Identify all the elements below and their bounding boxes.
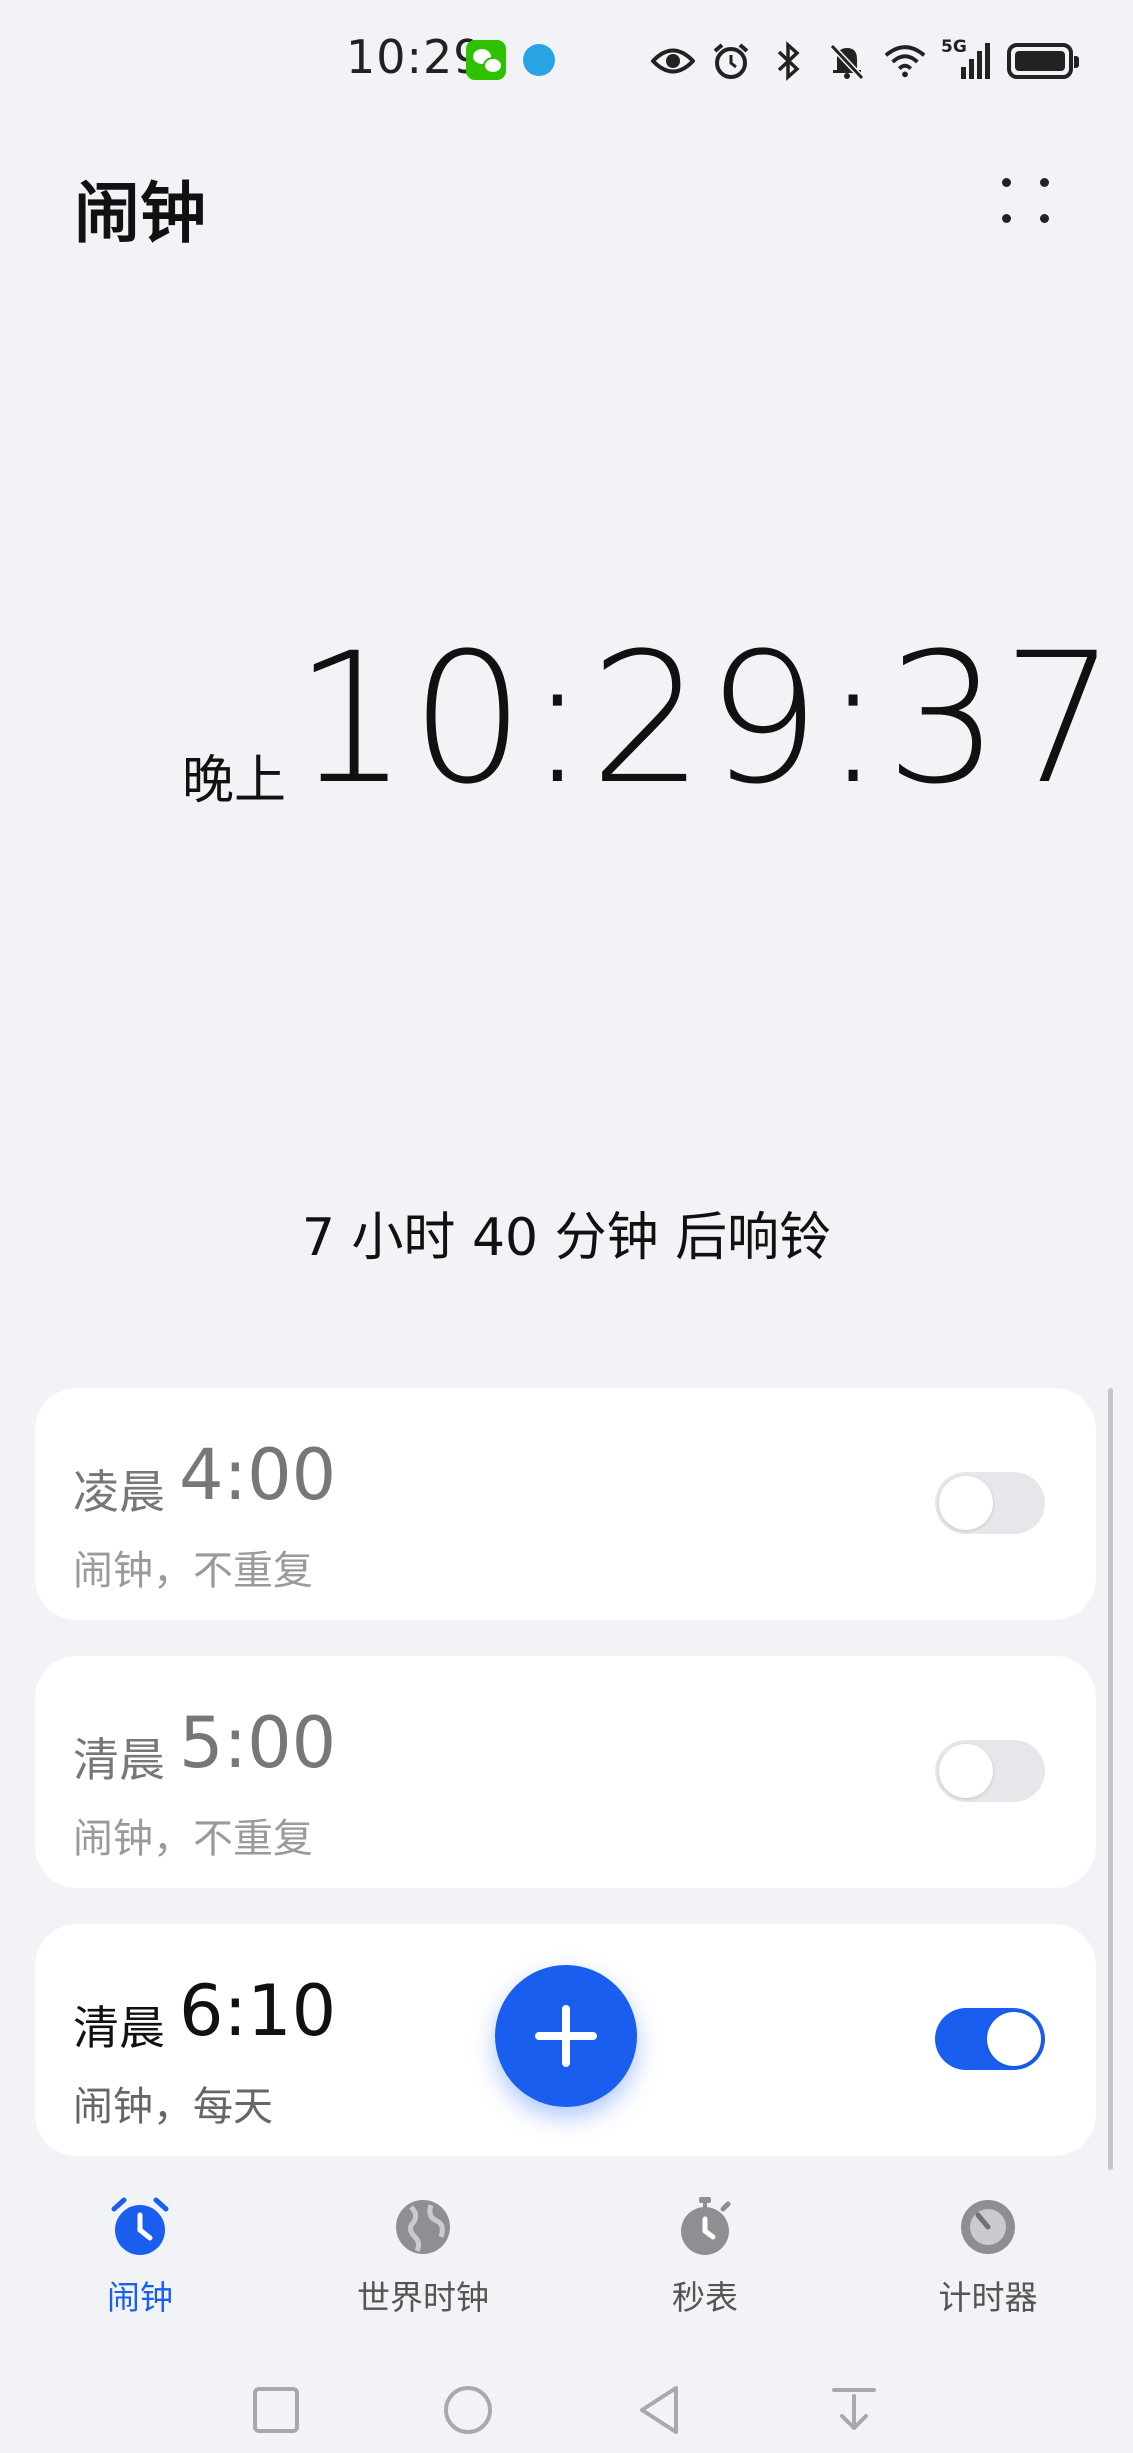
- toggle-knob: [987, 2012, 1041, 2066]
- current-time: 10:29:37: [294, 615, 1119, 824]
- alarm-description: 闹钟，不重复: [73, 1548, 313, 1594]
- battery-icon: [1007, 43, 1079, 79]
- more-options-button[interactable]: [990, 170, 1060, 230]
- alarm-icon: [709, 39, 753, 83]
- alarm-period: 清晨: [73, 2001, 165, 2055]
- alarm-card[interactable]: 清晨 5:00 闹钟，不重复: [35, 1656, 1096, 1888]
- bluetooth-icon: [767, 39, 811, 83]
- page-title: 闹钟: [74, 175, 206, 252]
- tab-timer[interactable]: 计时器: [888, 2195, 1088, 2319]
- alarm-period: 清晨: [73, 1733, 165, 1787]
- add-alarm-button[interactable]: [495, 1965, 637, 2107]
- back-button[interactable]: [632, 2382, 688, 2438]
- wifi-icon: [883, 39, 927, 83]
- tab-stopwatch[interactable]: 秒表: [605, 2195, 805, 2319]
- tab-world-clock[interactable]: 世界时钟: [323, 2195, 523, 2319]
- tab-label: 计时器: [938, 2278, 1038, 2317]
- stopwatch-icon: [673, 2195, 737, 2259]
- bottom-nav: 闹钟 世界时钟 秒表 计时器: [0, 2180, 1133, 2320]
- app-notification-icon: [523, 44, 555, 76]
- status-bar: 10:29 5G: [0, 0, 1133, 125]
- alarm-toggle[interactable]: [935, 2008, 1045, 2070]
- alarm-time: 5:00: [179, 1702, 337, 1784]
- mute-bell-icon: [825, 39, 869, 83]
- toggle-knob: [939, 1476, 993, 1530]
- scrollbar[interactable]: [1108, 1388, 1113, 2170]
- system-navigation-bar: [0, 2360, 1133, 2453]
- tab-label: 世界时钟: [357, 2278, 489, 2317]
- recent-apps-button[interactable]: [248, 2382, 304, 2438]
- tab-label: 秒表: [672, 2278, 738, 2317]
- timer-icon: [956, 2195, 1020, 2259]
- notification-shade-button[interactable]: [826, 2382, 882, 2438]
- cellular-signal-icon: 5G: [941, 37, 993, 83]
- alarm-clock-icon: [108, 2195, 172, 2259]
- alarm-toggle[interactable]: [935, 1472, 1045, 1534]
- wechat-icon: [466, 40, 506, 80]
- home-button[interactable]: [440, 2382, 496, 2438]
- status-time: 10:29: [346, 30, 484, 84]
- alarm-card[interactable]: 凌晨 4:00 闹钟，不重复: [35, 1388, 1096, 1620]
- alarm-description: 闹钟，不重复: [73, 1816, 313, 1862]
- alarm-period: 凌晨: [73, 1465, 165, 1519]
- alarm-description: 闹钟，每天: [73, 2084, 273, 2130]
- tab-alarm[interactable]: 闹钟: [40, 2195, 240, 2319]
- network-type: 5G: [941, 37, 967, 57]
- alarm-time: 6:10: [179, 1970, 337, 2052]
- eye-icon: [651, 39, 695, 83]
- tab-label: 闹钟: [107, 2278, 173, 2317]
- time-period: 晚上: [182, 751, 287, 811]
- status-icons: 5G: [651, 36, 1079, 86]
- globe-icon: [391, 2195, 455, 2259]
- alarm-toggle[interactable]: [935, 1740, 1045, 1802]
- toggle-knob: [939, 1744, 993, 1798]
- current-time-display: 晚上 10:29:37: [0, 615, 1133, 824]
- alarm-time: 4:00: [179, 1434, 337, 1516]
- next-alarm-countdown: 7 小时 40 分钟 后响铃: [301, 1208, 832, 1268]
